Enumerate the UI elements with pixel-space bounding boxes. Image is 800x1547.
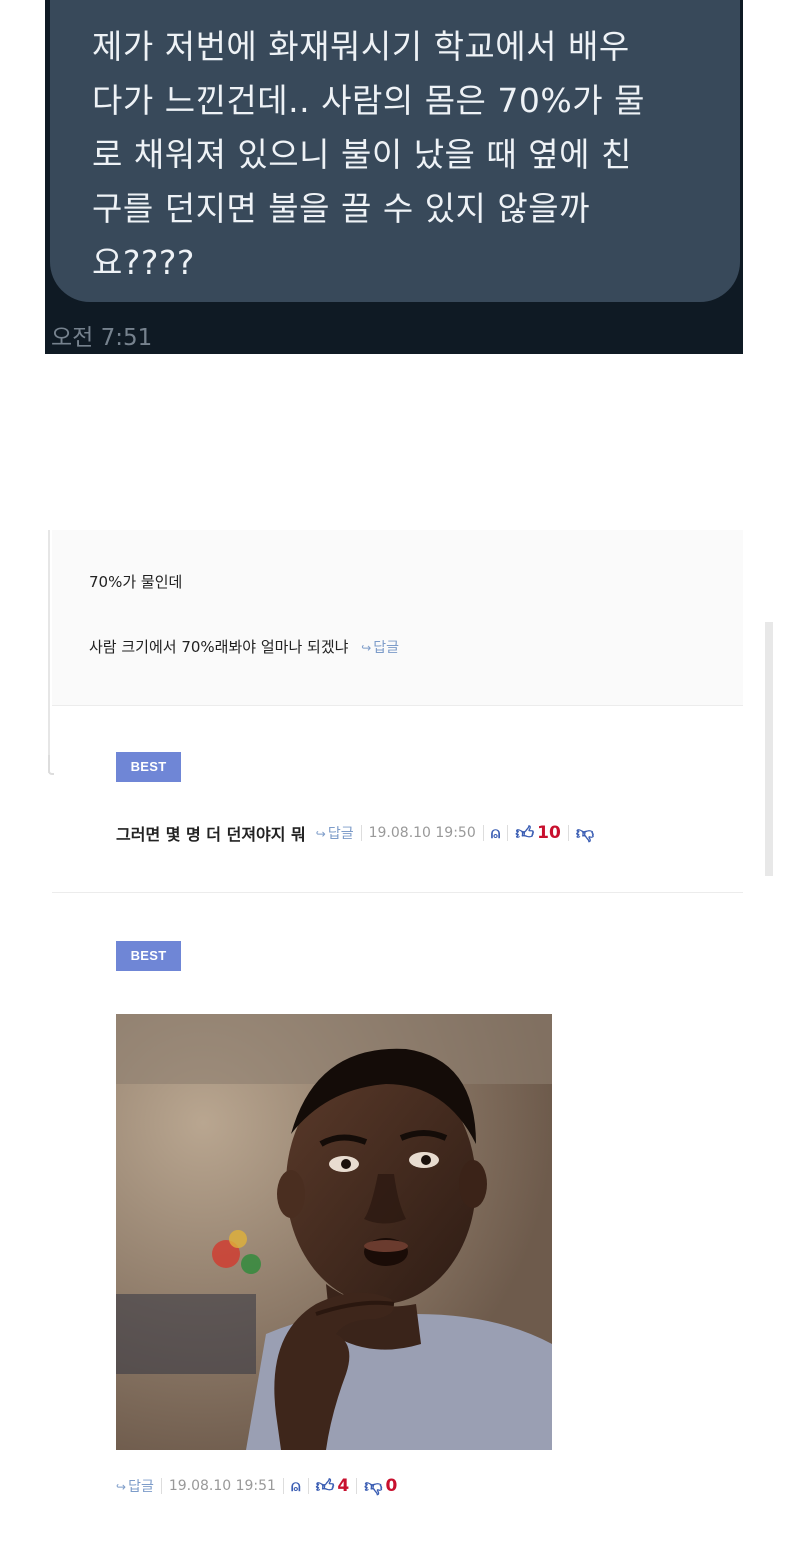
thumbs-down-icon[interactable]: 👎︎ <box>364 1475 382 1497</box>
like-count: 4 <box>337 1476 350 1496</box>
comment-text: 그러면 몇 명 더 던져야지 뭐 <box>116 825 306 844</box>
best-badge: BEST <box>116 941 181 971</box>
separator <box>282 1478 284 1494</box>
comment-2-meta: ↪ 답글 19.08.10 19:51 ⍝ 👍︎ 4 👎︎ 0 <box>116 1475 397 1497</box>
reply-label: 답글 <box>327 826 354 842</box>
separator <box>360 825 362 841</box>
chat-screenshot: 제가 저번에 화재뭐시기 학교에서 배우 다가 느낀건데.. 사람의 몸은 70… <box>45 0 743 354</box>
message-text: 제가 저번에 화재뭐시기 학교에서 배우 다가 느낀건데.. 사람의 몸은 70… <box>92 27 645 282</box>
parent-comment-line-1: 70%가 물인데 <box>89 573 183 591</box>
parent-comment: 70%가 물인데 사람 크기에서 70%래봐야 얼마나 되겠냐 ↪ 답글 <box>52 530 743 705</box>
best-badge: BEST <box>116 752 181 782</box>
thumbs-up-icon[interactable]: 👍︎ <box>316 1475 335 1497</box>
comment-section: 70%가 물인데 사람 크기에서 70%래봐야 얼마나 되겠냐 ↪ 답글 BEST… <box>48 530 743 1547</box>
reply-arrow-icon: ↪ <box>116 1480 127 1494</box>
reply-button[interactable]: ↪ 답글 <box>116 1476 154 1496</box>
divider <box>52 705 743 706</box>
divider <box>52 892 743 893</box>
bell-icon[interactable]: ⍝ <box>491 823 501 843</box>
separator <box>567 825 569 841</box>
like-count: 10 <box>537 823 561 843</box>
reply-arrow-icon: ↪ <box>361 641 372 655</box>
reply-button[interactable]: ↪ 답글 <box>316 823 354 843</box>
reply-label: 답글 <box>128 1479 154 1495</box>
dislike-count: 0 <box>385 1476 398 1496</box>
parent-comment-line-2: 사람 크기에서 70%래봐야 얼마나 되겠냐 ↪ 답글 <box>89 636 399 657</box>
separator <box>160 1478 162 1494</box>
separator <box>507 825 509 841</box>
comment-1-row: 그러면 몇 명 더 던져야지 뭐 ↪ 답글 19.08.10 19:50 ⍝ 👍︎… <box>116 821 597 845</box>
thumbs-down-icon[interactable]: 👎︎ <box>576 822 594 844</box>
parent-comment-text: 사람 크기에서 70%래봐야 얼마나 되겠냐 <box>89 638 349 656</box>
message-bubble: 제가 저번에 화재뭐시기 학교에서 배우 다가 느낀건데.. 사람의 몸은 70… <box>50 0 740 302</box>
thumbs-up-icon[interactable]: 👍︎ <box>515 822 534 844</box>
separator <box>307 1478 309 1494</box>
bell-icon[interactable]: ⍝ <box>291 1476 301 1496</box>
comment-timestamp: 19.08.10 19:51 <box>168 1478 276 1494</box>
reply-label: 답글 <box>373 640 400 656</box>
separator <box>482 825 484 841</box>
comment-image <box>116 1014 552 1450</box>
separator <box>356 1478 358 1494</box>
comment-timestamp: 19.08.10 19:50 <box>368 825 476 841</box>
thread-connector <box>48 755 54 775</box>
left-border <box>48 530 50 773</box>
reaction-photo <box>116 1014 552 1450</box>
scrollbar[interactable] <box>765 622 773 876</box>
reply-arrow-icon: ↪ <box>315 827 326 841</box>
reply-button[interactable]: ↪ 답글 <box>361 640 399 656</box>
message-timestamp: 오전 7:51 <box>51 325 153 351</box>
